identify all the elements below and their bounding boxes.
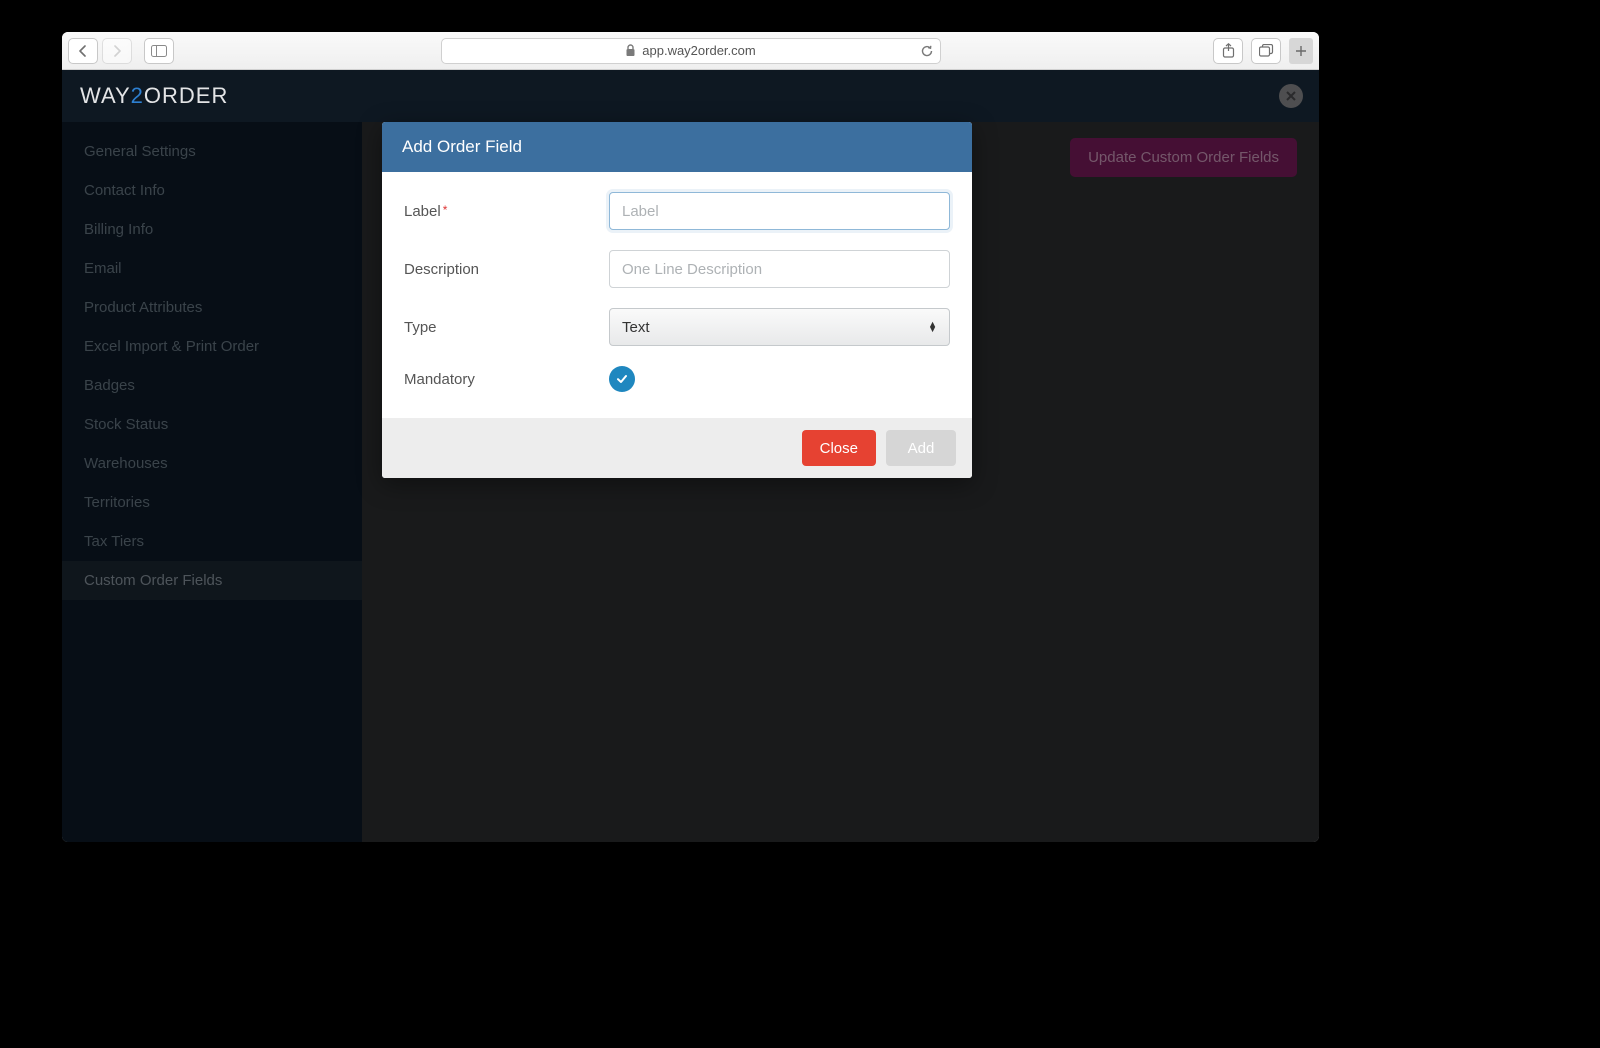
label-text: Type xyxy=(404,319,437,336)
modal-body: Label* Description Type xyxy=(382,172,972,418)
field-label: Description xyxy=(404,261,609,278)
app-body: General Settings Contact Info Billing In… xyxy=(62,122,1319,842)
modal-title-text: Add Order Field xyxy=(402,137,522,156)
mandatory-toggle[interactable] xyxy=(609,366,635,392)
url-text: app.way2order.com xyxy=(642,43,755,58)
select-value: Text xyxy=(622,319,650,336)
modal-title: Add Order Field xyxy=(382,122,972,172)
app: WAY2ORDER General Settings Contact Info … xyxy=(62,70,1319,842)
new-tab-button[interactable] xyxy=(1289,38,1313,64)
lock-icon xyxy=(625,44,636,57)
label-text: Mandatory xyxy=(404,371,475,388)
required-asterisk: * xyxy=(443,203,448,217)
label-input[interactable] xyxy=(609,192,950,230)
add-order-field-modal: Add Order Field Label* Description xyxy=(382,122,972,478)
button-label: Close xyxy=(820,440,858,457)
form-row-description: Description xyxy=(404,250,950,288)
url-bar[interactable]: app.way2order.com xyxy=(441,38,941,64)
device-frame: app.way2order.com WA xyxy=(0,0,1600,1048)
logo-part-way: WAY xyxy=(80,83,131,108)
browser-window: app.way2order.com WA xyxy=(62,32,1319,842)
app-header: WAY2ORDER xyxy=(62,70,1319,122)
form-row-label: Label* xyxy=(404,192,950,230)
header-close-icon[interactable] xyxy=(1279,84,1303,108)
type-select[interactable]: Text ▲▼ xyxy=(609,308,950,346)
field-label: Mandatory xyxy=(404,371,609,388)
modal-footer: Close Add xyxy=(382,418,972,478)
reload-icon[interactable] xyxy=(920,44,934,58)
share-button[interactable] xyxy=(1213,38,1243,64)
browser-toolbar: app.way2order.com xyxy=(62,32,1319,70)
nav-forward-button[interactable] xyxy=(102,38,132,64)
logo: WAY2ORDER xyxy=(80,83,228,109)
nav-back-button[interactable] xyxy=(68,38,98,64)
form-row-mandatory: Mandatory xyxy=(404,366,950,392)
sidebar-toggle-button[interactable] xyxy=(144,38,174,64)
label-text: Label xyxy=(404,203,441,220)
add-button[interactable]: Add xyxy=(886,430,956,466)
select-caret-icon: ▲▼ xyxy=(928,322,937,332)
description-input[interactable] xyxy=(609,250,950,288)
field-label: Label* xyxy=(404,203,609,220)
form-row-type: Type Text ▲▼ xyxy=(404,308,950,346)
label-text: Description xyxy=(404,261,479,278)
logo-part-2: 2 xyxy=(131,83,144,108)
check-icon xyxy=(615,372,629,386)
button-label: Add xyxy=(908,440,935,457)
field-label: Type xyxy=(404,319,609,336)
tabs-button[interactable] xyxy=(1251,38,1281,64)
close-button[interactable]: Close xyxy=(802,430,876,466)
logo-part-order: ORDER xyxy=(144,83,228,108)
